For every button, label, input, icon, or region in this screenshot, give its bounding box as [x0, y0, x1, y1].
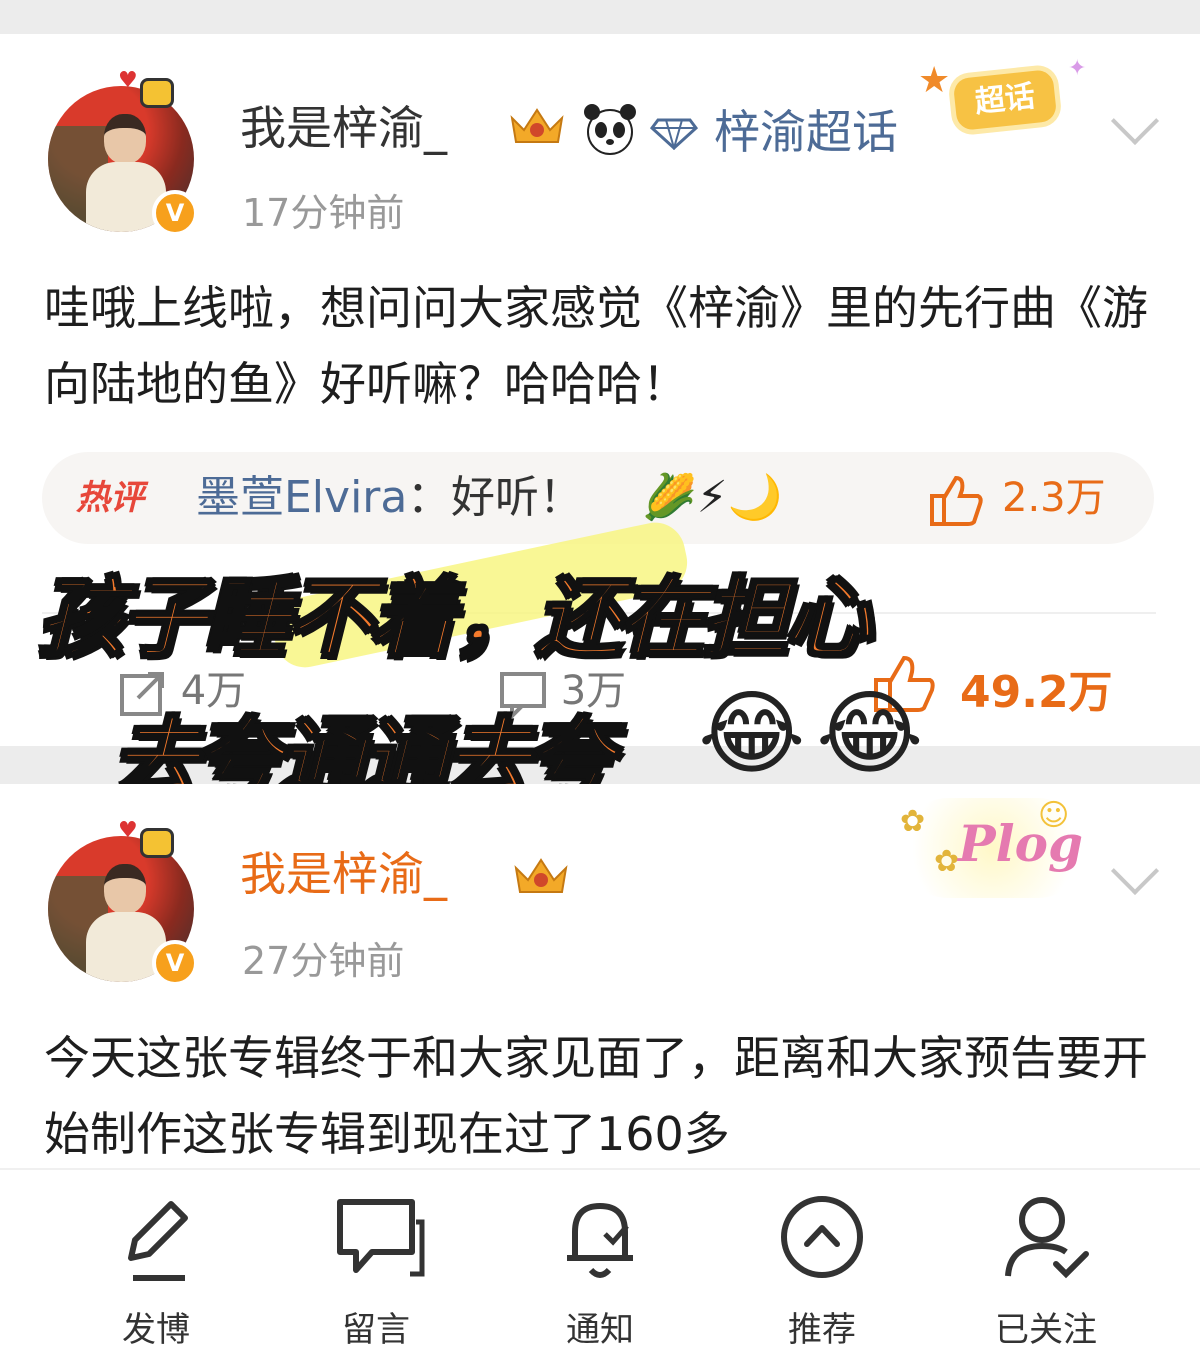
overlay-caption-line1: 孩子睡不着，还在担心: [37, 568, 873, 671]
verified-badge-icon: V: [152, 940, 198, 986]
avatar[interactable]: ♥ V: [48, 818, 198, 986]
tab-post[interactable]: 发博: [96, 1192, 216, 1350]
post-content[interactable]: 今天这张专辑终于和大家见面了，距离和大家预告要开始制作这张专辑到现在过了160多: [44, 1020, 1164, 1168]
tab-label: 发博: [122, 1310, 190, 1350]
thumbs-up-icon[interactable]: [928, 474, 984, 528]
camera-decoration-icon: [140, 78, 174, 108]
crown-badge-icon: [510, 108, 564, 143]
verified-badge-icon: V: [152, 190, 198, 236]
like-count: 49.2万: [960, 667, 1113, 718]
post-content[interactable]: 哇哦上线啦，想问问大家感觉《梓渝》里的先行曲《游向陆地的鱼》好听嘛？哈哈哈！: [44, 270, 1164, 422]
avatar[interactable]: ♥ V: [48, 68, 198, 236]
tab-label: 推荐: [788, 1310, 856, 1350]
laughing-crying-emoji: 😂: [816, 680, 924, 787]
tab-notifications[interactable]: 通知: [540, 1192, 660, 1350]
panda-icon: [584, 104, 636, 155]
username[interactable]: 我是梓渝_: [240, 846, 447, 902]
tab-following[interactable]: 已关注: [986, 1192, 1106, 1350]
bell-icon: [567, 1203, 633, 1278]
up-icon: [781, 1196, 863, 1278]
hot-comment-text: ：好听！: [407, 472, 583, 523]
tab-recommend[interactable]: 推荐: [762, 1192, 882, 1350]
star-icon: ★: [918, 60, 951, 101]
topic-link[interactable]: 梓渝超话: [714, 96, 898, 162]
post-time: 17分钟前: [242, 191, 405, 235]
tab-label: 留言: [342, 1310, 410, 1350]
tab-label: 已关注: [995, 1310, 1097, 1350]
tab-label: 通知: [566, 1310, 634, 1350]
crown-badge-icon: [514, 858, 568, 893]
sparkle-icon: ✦: [1068, 56, 1087, 81]
top-gap: [0, 0, 1200, 34]
chevron-down-icon[interactable]: [1110, 96, 1160, 146]
laughing-crying-emoji: 😂: [698, 680, 806, 787]
heart-icon: ♥: [118, 818, 138, 843]
edit-icon: [128, 1201, 188, 1281]
hot-comment-emoji: 🌽⚡🌙: [642, 472, 783, 523]
flower-icon: ✿: [900, 804, 926, 839]
plog-sticker: ✿ ✿ ☺ Plog: [898, 798, 1088, 898]
chevron-down-icon[interactable]: [1110, 846, 1160, 896]
hot-comment-tag: 热评: [76, 478, 144, 518]
plog-text: Plog: [958, 814, 1083, 873]
diamond-icon: [650, 118, 698, 150]
hot-comment[interactable]: 热评 墨萱Elvira ：好听！ 🌽⚡🌙 2.3万: [42, 452, 1154, 544]
camera-decoration-icon: [140, 828, 174, 858]
chat-icon: [337, 1199, 425, 1277]
super-topic-badge[interactable]: 超话: [952, 68, 1058, 132]
username[interactable]: 我是梓渝_: [240, 100, 447, 156]
hot-comment-likes: 2.3万: [1002, 475, 1106, 521]
bottom-tab-bar: 发博 留言 通知 推荐 已关注: [0, 1168, 1200, 1350]
follow-icon: [1005, 1197, 1089, 1279]
heart-icon: ♥: [118, 68, 138, 93]
hot-comment-user[interactable]: 墨萱Elvira: [196, 468, 407, 528]
tab-messages[interactable]: 留言: [316, 1192, 436, 1350]
flower-icon: ✿: [934, 844, 960, 879]
post-time: 27分钟前: [242, 939, 405, 983]
post-card[interactable]: ♥ V 我是梓渝_ ✿ ✿ ☺ Plog 27分钟前 今天这张专辑终于和大家见面…: [0, 784, 1200, 1168]
